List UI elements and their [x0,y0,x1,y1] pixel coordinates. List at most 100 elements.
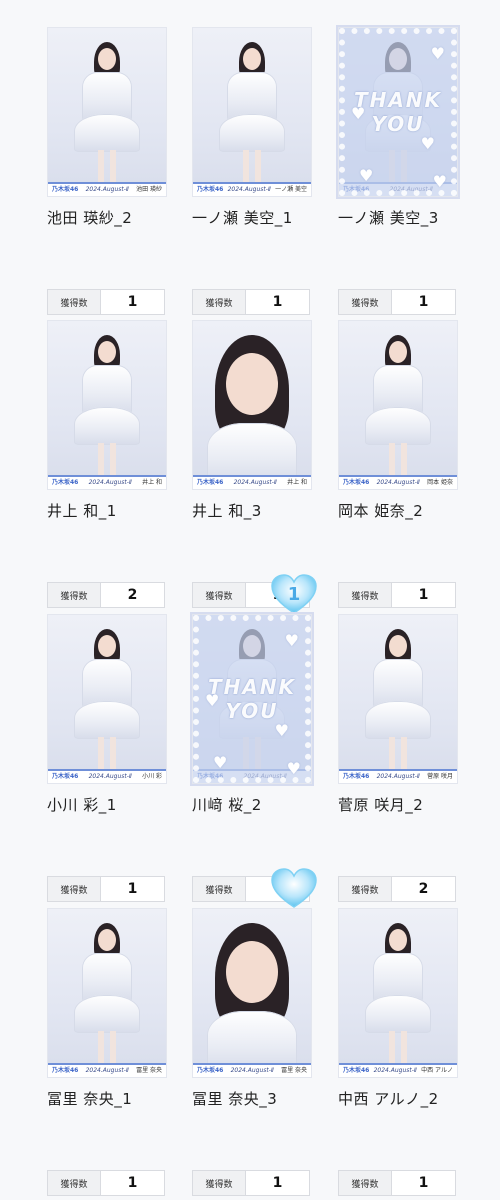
photo-figure [193,331,311,483]
bubble-count: 1 [288,584,301,605]
heart-icon: ♥ [432,172,447,191]
photo-footer: 乃木坂46 2024.August-Ⅱ 一ノ瀬 美空 [193,182,311,196]
count-label: 獲得数 [193,290,246,314]
member-photo[interactable]: 乃木坂46 2024.August-Ⅱ 井上 和 [192,320,312,490]
heart-icon: ♥ [430,44,445,63]
photo-footer: 乃木坂46 2024.August-Ⅱ 冨里 奈央 [193,1063,311,1077]
count-label: 獲得数 [48,290,101,314]
count-box: 獲得数 [192,868,317,908]
count-label: 獲得数 [48,1171,101,1195]
count-box: 獲得数 1 [192,1170,310,1196]
footer-caption: 2024.August-Ⅱ [85,186,129,193]
count-value: 2 [127,587,138,603]
photo-footer: 乃木坂46 2024.August-Ⅱ 池田 瑛紗 [48,182,166,196]
photo-footer: 乃木坂46 2024.August-Ⅱ 小川 彩 [48,769,166,783]
footer-member-name: 井上 和 [287,479,307,486]
count-box: 獲得数 1 [338,582,456,608]
photo-footer: 乃木坂46 2024.August-Ⅱ 井上 和 [48,475,166,489]
member-photo[interactable]: 乃木坂46 2024.August-Ⅱ 岡本 姫奈 [338,320,458,490]
count-box: 獲得数 1 [338,1170,456,1196]
count-label: 獲得数 [193,583,246,607]
footer-member-name: 冨里 奈央 [136,1067,162,1074]
photo-figure [193,919,311,1071]
photo-figure [339,923,457,1073]
footer-member-name: 岡本 姫奈 [427,479,453,486]
count-bubble: 1 [271,574,317,614]
photo-figure [339,629,457,779]
heart-icon: ♥ [205,691,220,710]
footer-logo: 乃木坂46 [343,773,370,780]
member-photo[interactable]: 乃木坂46 2024.August-Ⅱ 池田 瑛紗 [47,27,167,197]
count-box: 獲得数 1 [47,289,165,315]
heart-icon: ♥ [274,721,289,740]
member-photo[interactable]: 乃木坂46 2024.August-Ⅱ 冨里 奈央 [192,908,312,1078]
count-value: 1 [418,587,429,603]
photo-figure [339,335,457,485]
count-box: 獲得数 1 [47,876,165,902]
footer-caption: 2024.August-Ⅱ [88,773,132,780]
member-photo[interactable]: 乃木坂46 2024.August-Ⅱ ♥ ♥ ♥ ♥ ♥ THANK YOU [338,27,458,197]
member-name: 冨里 奈央_1 [47,1090,133,1108]
member-photo[interactable]: 乃木坂46 2024.August-Ⅱ 一ノ瀬 美空 [192,27,312,197]
count-label: 獲得数 [339,583,392,607]
member-name: 一ノ瀬 美空_3 [338,209,439,227]
footer-logo: 乃木坂46 [197,186,224,193]
member-name: 菅原 咲月_2 [338,796,424,814]
footer-logo: 乃木坂46 [343,1067,370,1074]
footer-member-name: 菅原 咲月 [427,773,453,780]
photo-footer: 乃木坂46 2024.August-Ⅱ 井上 和 [193,475,311,489]
count-value: 1 [127,1175,138,1191]
count-value: 2 [418,881,429,897]
photo-figure [48,923,166,1073]
count-value: 1 [418,1175,429,1191]
footer-logo: 乃木坂46 [197,1067,224,1074]
footer-caption: 2024.August-Ⅱ [88,479,132,486]
heart-icon: ♥ [286,759,301,778]
count-value: 1 [127,881,138,897]
footer-caption: 2024.August-Ⅱ [85,1067,129,1074]
count-label: 獲得数 [193,877,246,901]
photo-figure [48,335,166,485]
photo-footer: 乃木坂46 2024.August-Ⅱ 冨里 奈央 [48,1063,166,1077]
photo-footer: 乃木坂46 2024.August-Ⅱ 菅原 咲月 [339,769,457,783]
footer-member-name: 中西 アルノ [421,1067,453,1074]
count-box: 獲得数 1 [338,289,456,315]
member-name: 川﨑 桜_2 [192,796,262,814]
footer-logo: 乃木坂46 [52,479,79,486]
member-name: 池田 瑛紗_2 [47,209,133,227]
footer-caption: 2024.August-Ⅱ [376,773,420,780]
photo-footer: 乃木坂46 2024.August-Ⅱ 中西 アルノ [339,1063,457,1077]
count-value: 1 [127,294,138,310]
footer-logo: 乃木坂46 [52,773,79,780]
footer-caption: 2024.August-Ⅱ [230,1067,274,1074]
member-photo[interactable]: 乃木坂46 2024.August-Ⅱ 冨里 奈央 [47,908,167,1078]
count-box: 獲得数 2 [338,876,456,902]
member-name: 冨里 奈央_3 [192,1090,278,1108]
footer-logo: 乃木坂46 [343,479,370,486]
heart-icon: ♥ [420,134,435,153]
member-photo[interactable]: 乃木坂46 2024.August-Ⅱ 小川 彩 [47,614,167,784]
member-photo[interactable]: 乃木坂46 2024.August-Ⅱ 中西 アルノ [338,908,458,1078]
photo-figure [48,42,166,192]
count-label: 獲得数 [339,1171,392,1195]
heart-icon: ♥ [351,104,366,123]
footer-member-name: 井上 和 [142,479,162,486]
member-name: 中西 アルノ_2 [338,1090,439,1108]
member-name: 岡本 姫奈_2 [338,502,424,520]
footer-caption: 2024.August-Ⅱ [376,479,420,486]
member-photo[interactable]: 乃木坂46 2024.August-Ⅱ ♥ ♥ ♥ ♥ ♥ THANK YOU [192,614,312,784]
member-name: 小川 彩_1 [47,796,117,814]
footer-logo: 乃木坂46 [52,1067,79,1074]
count-label: 獲得数 [339,290,392,314]
footer-logo: 乃木坂46 [52,186,79,193]
member-name: 井上 和_3 [192,502,262,520]
thank-you-overlay: ♥ ♥ ♥ ♥ ♥ THANK YOU [193,615,311,783]
count-label: 獲得数 [48,877,101,901]
member-photo[interactable]: 乃木坂46 2024.August-Ⅱ 井上 和 [47,320,167,490]
you-text: YOU [225,699,279,723]
member-photo[interactable]: 乃木坂46 2024.August-Ⅱ 菅原 咲月 [338,614,458,784]
you-text: YOU [371,112,425,136]
photo-figure [48,629,166,779]
heart-icon: ♥ [213,753,228,772]
footer-caption: 2024.August-Ⅱ [227,186,271,193]
